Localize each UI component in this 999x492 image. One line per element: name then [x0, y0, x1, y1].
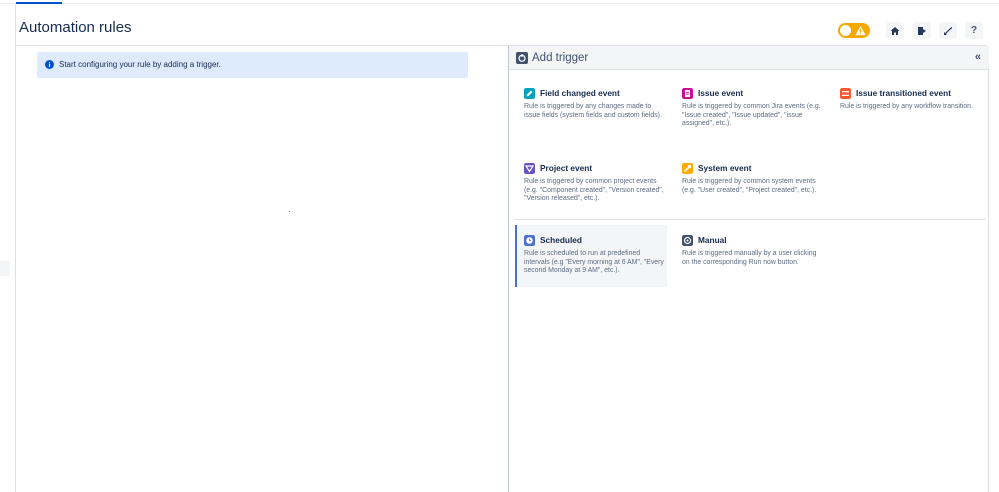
document-icon: [682, 88, 693, 99]
trigger-description: Rule is triggered by any changes made to…: [524, 103, 662, 119]
transition-icon: [840, 88, 851, 99]
panel-header: Add trigger «: [509, 46, 989, 70]
trigger-description: Rule is scheduled to run at predefined i…: [524, 250, 664, 275]
top-navigation-strip: [0, 0, 999, 4]
home-button[interactable]: [886, 22, 904, 39]
clock-icon: [524, 235, 535, 246]
panel-divider: [514, 219, 986, 220]
trigger-title: Issue event: [698, 88, 744, 98]
help-icon: ?: [970, 25, 978, 36]
panel-title: Add trigger: [532, 52, 589, 64]
trigger-title: Project event: [540, 163, 593, 173]
trigger-description: Rule is triggered manually by a user cli…: [682, 250, 817, 266]
export-button[interactable]: [913, 22, 931, 39]
pencil-icon: [524, 88, 535, 99]
run-icon: [682, 235, 693, 246]
trigger-title: Scheduled: [540, 235, 582, 245]
left-sidebar-rail: [0, 4, 16, 492]
trigger-card-scheduled[interactable]: Scheduled Rule is scheduled to run at pr…: [515, 225, 667, 287]
trigger-card-field-changed[interactable]: Field changed event Rule is triggered by…: [515, 78, 667, 144]
project-icon: [524, 163, 535, 174]
wrench-icon: [682, 163, 693, 174]
trigger-description: Rule is triggered by common project even…: [524, 178, 664, 203]
expand-icon: [944, 26, 952, 35]
warning-icon: [855, 25, 866, 36]
rule-enabled-toggle[interactable]: [838, 23, 870, 38]
collapse-panel-button[interactable]: «: [975, 51, 981, 64]
trigger-title: Manual: [698, 235, 727, 245]
trigger-card-project-event[interactable]: Project event Rule is triggered by commo…: [515, 153, 667, 219]
active-tab-indicator: [16, 2, 62, 4]
trigger-description: Rule is triggered by common system event…: [682, 178, 817, 194]
help-button[interactable]: ?: [965, 22, 983, 39]
trigger-description: Rule is triggered by any workflow transi…: [840, 103, 973, 110]
trigger-title: System event: [698, 163, 752, 173]
canvas-marker: [289, 211, 290, 212]
trigger-card-issue-event[interactable]: Issue event Rule is triggered by common …: [673, 78, 825, 144]
toggle-knob: [840, 25, 851, 36]
trigger-description: Rule is triggered by common Jira events …: [682, 103, 821, 128]
expand-button[interactable]: [939, 22, 957, 39]
export-icon: [918, 26, 926, 35]
trigger-title: Field changed event: [540, 88, 620, 98]
trigger-card-system-event[interactable]: System event Rule is triggered by common…: [673, 153, 825, 219]
page-title: Automation rules: [19, 19, 132, 36]
sidebar-collapse-handle[interactable]: [0, 261, 10, 276]
home-icon: [890, 26, 900, 35]
trigger-card-manual[interactable]: Manual Rule is triggered manually by a u…: [673, 225, 825, 291]
trigger-card-issue-transitioned[interactable]: Issue transitioned event Rule is trigger…: [831, 78, 983, 144]
info-icon: [45, 60, 54, 69]
trigger-title: Issue transitioned event: [856, 88, 951, 98]
add-trigger-panel: Add trigger « Field changed event Rule i…: [508, 46, 989, 492]
trigger-icon: [516, 52, 528, 64]
notice-text: Start configuring your rule by adding a …: [59, 60, 221, 69]
info-notice: Start configuring your rule by adding a …: [37, 52, 468, 78]
